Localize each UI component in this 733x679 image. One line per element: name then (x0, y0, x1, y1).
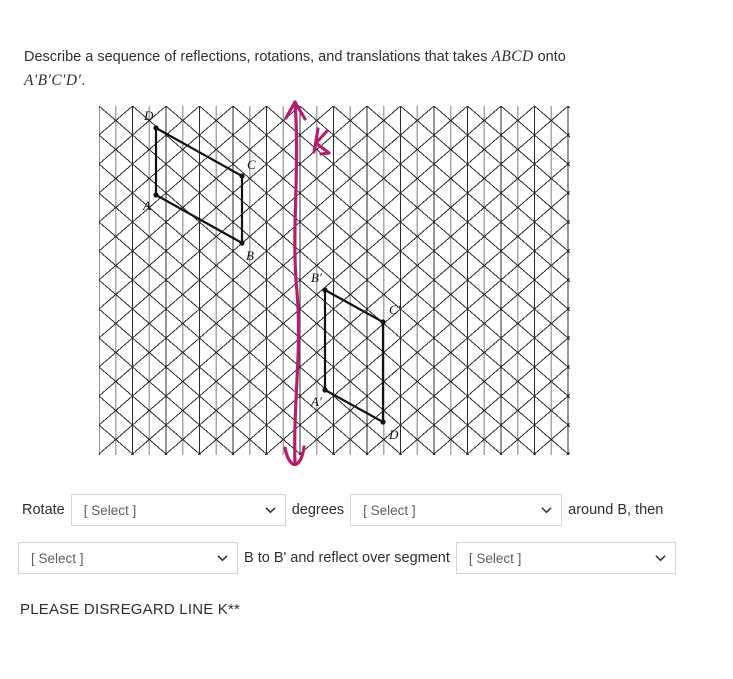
grid-line-diagonal-up (99, 106, 435, 397)
grid-line-diagonal-up (99, 106, 167, 165)
grid-line-diagonal-up (99, 106, 268, 252)
vertex-label-D-prime: D′ (388, 427, 401, 442)
grid-line-diagonal-down (567, 106, 570, 109)
degrees-select-value: [ Select ] (83, 502, 137, 518)
grid-line-diagonal-up (99, 106, 134, 136)
line-k-shaft (293, 100, 301, 466)
grid-line-diagonal-up (298, 219, 570, 455)
grid-line-diagonal-down (466, 106, 570, 196)
line-k-label-flourish (319, 151, 331, 156)
grid-line-diagonal-up (432, 335, 570, 455)
grid-line-diagonal-up (99, 106, 100, 107)
grid-line-diagonal-up (99, 106, 201, 194)
vertex-point-A-prime (322, 387, 328, 393)
prompt-line2-post: . (81, 73, 86, 90)
grid-line-diagonal-down (99, 395, 168, 455)
vertex-point-B (239, 240, 245, 246)
vertex-label-B-prime: B′ (311, 270, 322, 285)
vertex-point-B-prime (322, 287, 328, 293)
vertex-point-D-prime (380, 419, 386, 425)
vertex-label-D: D (143, 108, 154, 123)
answer-row-2: [ Select ] B to B' and reflect over segm… (18, 542, 676, 574)
vertex-label-C: C (247, 157, 256, 172)
grid-line-diagonal-down (533, 106, 570, 138)
vertex-label-A-prime: A′ (310, 394, 322, 409)
grid-line-diagonal-up (99, 106, 469, 426)
isometric-grid-svg: A B C D A′ B′ C′ D′ (99, 100, 570, 466)
grid-line-diagonal-down (99, 192, 403, 455)
grid-line-diagonal-up (532, 422, 570, 455)
segment-select-value: [ Select ] (468, 550, 522, 566)
direction-select-value: [ Select ] (363, 502, 416, 518)
vertex-point-D (153, 125, 159, 131)
degrees-label: degrees (291, 502, 345, 518)
grid-line-diagonal-down (99, 453, 101, 455)
problem-statement: Describe a sequence of reflections, rota… (24, 45, 624, 93)
disregard-note: PLEASE DISREGARD LINE K** (20, 601, 241, 618)
grid-line-diagonal-down (399, 106, 570, 254)
grid-line-diagonal-down (99, 308, 269, 455)
chevron-down-icon (541, 505, 552, 516)
grid-line-diagonal-down (99, 106, 503, 455)
rotate-label: Rotate (22, 502, 65, 518)
grid-line-diagonal-down (99, 221, 369, 455)
segment-select[interactable]: [ Select ] (455, 542, 676, 574)
direction-select[interactable]: [ Select ] (350, 494, 563, 526)
vertex-point-C (239, 173, 245, 179)
prompt-math-abcd: ABCD (491, 48, 534, 65)
reflect-over-segment-label: B to B' and reflect over segment (244, 550, 450, 566)
grid-line-diagonal-up (164, 106, 569, 455)
grid-line-diagonal-down (99, 337, 235, 455)
vertex-point-A (153, 192, 159, 198)
grid-line-diagonal-up (231, 161, 570, 455)
vertex-point-C-prime (380, 319, 386, 325)
grid-line-diagonal-up (398, 306, 570, 455)
vertex-label-C-prime: C′ (389, 302, 401, 317)
grid-line-diagonal-down (99, 134, 470, 455)
vertex-label-A: A (142, 198, 151, 213)
vertex-label-B: B (246, 248, 254, 263)
degrees-select[interactable]: [ Select ] (70, 494, 286, 526)
translate-select-value: [ Select ] (31, 550, 84, 566)
prompt-line1-pre: Describe a sequence of reflections, rota… (24, 49, 492, 65)
grid-lines (99, 106, 570, 455)
grid-line-diagonal-up (499, 393, 570, 455)
prompt-line1-post: onto (533, 49, 566, 65)
prompt-math-abcd-prime: A′B′C′D′ (24, 72, 82, 90)
translate-select[interactable]: [ Select ] (18, 542, 238, 574)
grid-line-diagonal-down (198, 106, 570, 428)
answer-row-1: Rotate [ Select ] degrees [ Select ] aro… (22, 494, 669, 526)
grid-line-diagonal-up (197, 132, 570, 455)
grid-line-diagonal-down (232, 106, 570, 399)
chevron-down-icon (217, 553, 228, 564)
chevron-down-icon (655, 553, 666, 564)
grid-line-diagonal-down (99, 163, 436, 455)
grid-line-diagonal-up (99, 106, 502, 455)
geometry-figure: A B C D A′ B′ C′ D′ (92, 96, 578, 466)
grid-line-diagonal-down (299, 106, 570, 341)
chevron-down-icon (265, 505, 276, 516)
grid-line-diagonal-down (99, 424, 135, 455)
grid-line-diagonal-down (165, 106, 570, 455)
grid-line-diagonal-down (433, 106, 570, 225)
around-b-label: around B, then (568, 502, 664, 518)
